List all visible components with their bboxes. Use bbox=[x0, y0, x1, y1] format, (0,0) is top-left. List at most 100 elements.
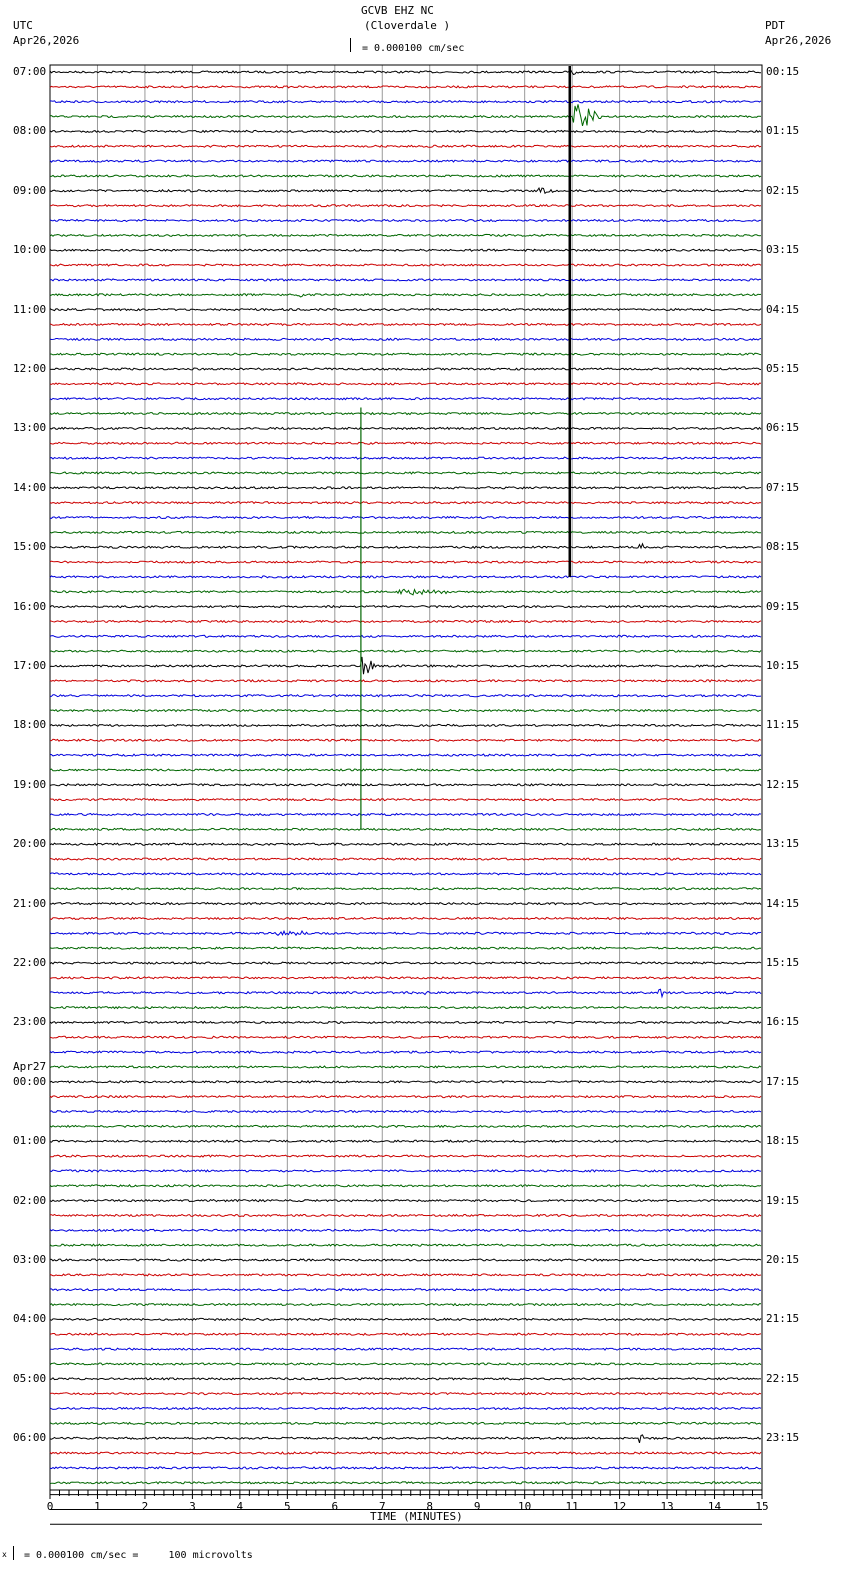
pdt-hour-label: 14:15 bbox=[766, 896, 800, 910]
utc-hour-label: 13:00 bbox=[13, 421, 47, 435]
trace-row-58 bbox=[49, 929, 762, 937]
x-tick-label: 2 bbox=[141, 1500, 149, 1513]
pdt-hour-label: 17:15 bbox=[766, 1074, 800, 1088]
trace-row-87 bbox=[49, 1362, 762, 1366]
utc-hour-label: 07:00 bbox=[13, 65, 47, 78]
trace-row-61 bbox=[49, 976, 762, 980]
trace-row-64 bbox=[49, 1020, 762, 1025]
trace-row-14 bbox=[49, 278, 762, 282]
utc-hour-label: 05:00 bbox=[13, 1371, 47, 1385]
pdt-hour-label: 09:15 bbox=[766, 599, 800, 613]
seismogram-plot bbox=[49, 64, 763, 1525]
pdt-hour-label: 22:15 bbox=[766, 1371, 800, 1385]
trace-row-37 bbox=[49, 619, 762, 624]
trace-row-56 bbox=[49, 901, 762, 906]
trace-row-47 bbox=[49, 768, 762, 772]
trace-row-39 bbox=[49, 649, 762, 653]
utc-hour-label: 01:00 bbox=[13, 1134, 47, 1148]
x-tick-label: 13 bbox=[660, 1500, 674, 1513]
trace-row-1 bbox=[49, 85, 762, 89]
trace-row-73 bbox=[50, 1154, 762, 1158]
x-tick-label: 8 bbox=[426, 1500, 434, 1513]
pdt-hour-label: 01:15 bbox=[766, 124, 800, 138]
trace-row-19 bbox=[49, 352, 762, 356]
trace-row-93 bbox=[49, 1451, 762, 1455]
utc-hour-label: 04:00 bbox=[13, 1312, 47, 1326]
trace-row-57 bbox=[49, 916, 762, 921]
trace-row-80 bbox=[49, 1258, 762, 1262]
x-tick-label: 6 bbox=[331, 1500, 339, 1513]
trace-row-17 bbox=[49, 322, 762, 327]
trace-row-8 bbox=[49, 187, 762, 195]
trace-row-21 bbox=[49, 382, 762, 386]
utc-hour-label: 03:00 bbox=[13, 1253, 47, 1266]
trace-row-15 bbox=[49, 293, 762, 298]
trace-row-85 bbox=[49, 1332, 762, 1336]
trace-row-69 bbox=[49, 1094, 762, 1099]
trace-row-45 bbox=[50, 738, 762, 742]
trace-row-25 bbox=[49, 441, 762, 445]
pdt-hour-label: 03:15 bbox=[766, 243, 800, 257]
trace-row-65 bbox=[49, 1035, 762, 1039]
x-tick-label: 9 bbox=[473, 1500, 481, 1513]
trace-row-31 bbox=[49, 530, 762, 535]
pdt-hour-label: 19:15 bbox=[766, 1193, 800, 1207]
trace-row-35 bbox=[49, 588, 762, 596]
pdt-hour-label: 21:15 bbox=[766, 1312, 800, 1326]
trace-row-2 bbox=[49, 99, 762, 104]
utc-hour-label: 23:00 bbox=[13, 1015, 47, 1029]
trace-row-3 bbox=[49, 104, 762, 127]
pdt-hour-label: 02:15 bbox=[766, 183, 800, 197]
trace-row-38 bbox=[49, 634, 762, 639]
utc-hour-label: 19:00 bbox=[13, 777, 47, 791]
trace-row-24 bbox=[49, 426, 762, 431]
trace-row-52 bbox=[49, 842, 762, 847]
trace-row-49 bbox=[49, 797, 762, 802]
pdt-hour-label: 16:15 bbox=[766, 1015, 800, 1029]
utc-hour-label: 06:00 bbox=[13, 1431, 47, 1445]
trace-row-78 bbox=[49, 1228, 762, 1233]
x-tick-label: 14 bbox=[707, 1500, 722, 1513]
x-tick-label: 3 bbox=[189, 1500, 196, 1513]
trace-row-51 bbox=[49, 827, 762, 832]
trace-row-16 bbox=[49, 307, 762, 312]
trace-row-5 bbox=[49, 144, 762, 148]
trace-row-84 bbox=[49, 1317, 762, 1322]
trace-row-33 bbox=[49, 560, 762, 564]
trace-row-81 bbox=[49, 1273, 762, 1277]
trace-row-22 bbox=[49, 396, 762, 401]
utc-hour-label: 08:00 bbox=[13, 124, 47, 138]
trace-row-90 bbox=[49, 1406, 762, 1411]
trace-row-6 bbox=[49, 159, 762, 163]
trace-row-67 bbox=[49, 1065, 762, 1069]
trace-row-32 bbox=[49, 542, 762, 550]
trace-row-72 bbox=[49, 1139, 762, 1143]
trace-row-53 bbox=[49, 857, 762, 861]
trace-row-43 bbox=[49, 708, 762, 713]
utc-hour-label: 14:00 bbox=[13, 480, 47, 494]
trace-row-9 bbox=[49, 203, 762, 208]
x-tick-label: 12 bbox=[612, 1500, 627, 1513]
utc-hour-label: 11:00 bbox=[13, 302, 47, 316]
trace-row-63 bbox=[49, 1005, 762, 1010]
trace-row-71 bbox=[49, 1124, 762, 1129]
trace-row-13 bbox=[49, 263, 762, 267]
x-tick-label: 10 bbox=[518, 1500, 532, 1513]
date-change-label: Apr27 bbox=[13, 1059, 47, 1073]
utc-hour-label: 18:00 bbox=[13, 718, 47, 732]
x-tick-label: 15 bbox=[755, 1500, 769, 1513]
trace-row-79 bbox=[49, 1243, 762, 1247]
utc-hour-label: 20:00 bbox=[13, 837, 47, 851]
trace-row-11 bbox=[49, 233, 762, 238]
trace-row-50 bbox=[49, 812, 762, 817]
trace-row-54 bbox=[49, 872, 762, 876]
pdt-hour-label: 20:15 bbox=[766, 1253, 800, 1266]
trace-row-68 bbox=[49, 1080, 762, 1084]
trace-row-62 bbox=[49, 988, 762, 999]
x-tick-label: 1 bbox=[94, 1500, 101, 1513]
trace-row-91 bbox=[49, 1421, 762, 1426]
trace-row-12 bbox=[49, 248, 762, 252]
trace-row-82 bbox=[50, 1288, 762, 1292]
utc-hour-label: 12:00 bbox=[13, 362, 47, 375]
trace-row-7 bbox=[50, 174, 762, 178]
